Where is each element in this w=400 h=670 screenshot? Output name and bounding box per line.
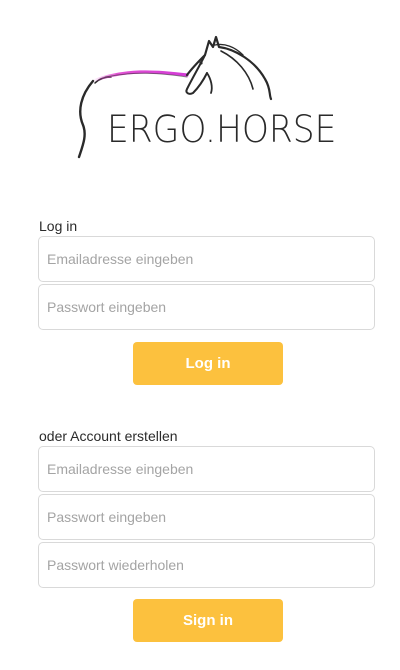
- brand-logo: ERGO.HORSE: [75, 33, 350, 161]
- signin-button[interactable]: Sign in: [133, 599, 283, 642]
- login-password-input[interactable]: [38, 284, 375, 330]
- register-password-repeat-input[interactable]: [38, 542, 375, 588]
- register-password-input[interactable]: [38, 494, 375, 540]
- login-email-input[interactable]: [38, 236, 375, 282]
- login-heading: Log in: [39, 218, 78, 234]
- login-button[interactable]: Log in: [133, 342, 283, 385]
- register-heading: oder Account erstellen: [39, 428, 178, 444]
- brand-name: ERGO.HORSE: [107, 108, 337, 151]
- register-email-input[interactable]: [38, 446, 375, 492]
